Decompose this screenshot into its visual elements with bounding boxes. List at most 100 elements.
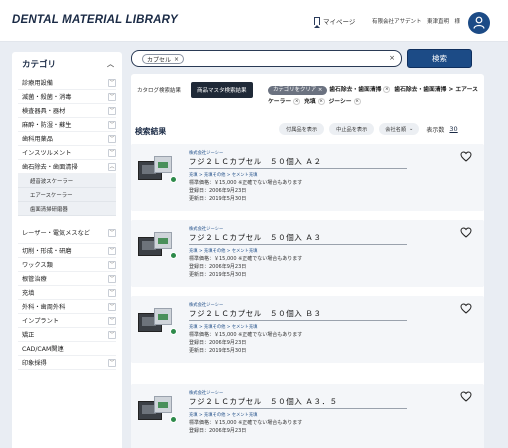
show-accessories-button[interactable]: 付属品を表示 xyxy=(279,123,325,135)
search-chip[interactable]: カプセル × xyxy=(142,54,185,64)
chevron-down-icon[interactable]: ﹀ xyxy=(108,246,116,255)
sidebar-item[interactable]: 麻酔・防湿・蘇生 ﹀ xyxy=(18,118,116,132)
top-header: DENTAL MATERIAL LIBRARY マイページ 有限会社アサデント … xyxy=(0,0,508,42)
sidebar-item-label: インプラント xyxy=(22,318,59,325)
count-label: 表示数 xyxy=(426,126,445,134)
chevron-down-icon[interactable]: ﹀ xyxy=(108,260,116,269)
sidebar-item[interactable]: ワックス類 ﹀ xyxy=(18,258,116,272)
product-name[interactable]: フジ２ＬＣカプセル ５０個入 Ａ３．５ xyxy=(189,396,338,407)
product-card[interactable]: 株式会社ジーシー フジ２ＬＣカプセル ５０個入 Ａ２ 充填 > 充填その他 > … xyxy=(131,144,484,211)
bookmark-icon xyxy=(314,17,320,28)
chevron-down-icon[interactable]: ﹀ xyxy=(108,316,116,325)
product-box-light xyxy=(154,396,172,413)
sidebar-item[interactable]: 外科・歯周外科 ﹀ xyxy=(18,300,116,314)
search-button[interactable]: 検索 xyxy=(407,49,472,68)
sidebar-item[interactable]: 矯正 ﹀ xyxy=(18,328,116,342)
clear-category-button[interactable]: カテゴリをクリア × xyxy=(268,86,328,95)
chevron-up-icon[interactable]: ︿ xyxy=(108,162,116,171)
tab-catalog[interactable]: カタログ検索結果 xyxy=(131,82,187,98)
sidebar-subitem[interactable]: 超音波スケーラー xyxy=(18,174,116,188)
chevron-down-icon[interactable]: ﹀ xyxy=(108,78,116,87)
count-select[interactable]: 30 xyxy=(449,125,457,133)
tab-master[interactable]: 商品マスタ検索結果 xyxy=(191,82,253,98)
product-category-path[interactable]: 充填 > 充填その他 > セメント充填 xyxy=(189,248,257,254)
product-card[interactable]: 株式会社ジーシー フジ２ＬＣカプセル ５０個入 Ａ３ 充填 > 充填その他 > … xyxy=(131,220,484,287)
sidebar-header[interactable]: カテゴリ ︿ xyxy=(12,52,122,76)
chevron-down-icon[interactable]: ﹀ xyxy=(108,134,116,143)
product-updated: 更新日：2019年5月30日 xyxy=(189,348,247,354)
remove-filter-icon[interactable]: × xyxy=(317,98,325,105)
favorite-heart-icon[interactable] xyxy=(460,227,472,238)
chevron-down-icon[interactable]: ﹀ xyxy=(108,288,116,297)
sidebar-item[interactable]: インスツルメント ﹀ xyxy=(18,146,116,160)
search-chip-label: カプセル xyxy=(147,56,172,64)
divider xyxy=(189,320,407,321)
favorite-heart-icon[interactable] xyxy=(460,151,472,162)
sidebar-title: カテゴリ xyxy=(22,60,57,70)
chevron-down-icon[interactable]: ﹀ xyxy=(108,92,116,101)
sidebar-item[interactable]: 診療用設備 ﹀ xyxy=(18,76,116,90)
sidebar-subitem[interactable]: エアースケーラー xyxy=(18,188,116,202)
chevron-down-icon[interactable]: ﹀ xyxy=(108,302,116,311)
clear-search-icon[interactable]: × xyxy=(389,54,395,62)
sidebar-item[interactable]: インプラント ﹀ xyxy=(18,314,116,328)
sidebar-item[interactable]: 根管治療 ﹀ xyxy=(18,272,116,286)
chevron-down-icon[interactable]: ﹀ xyxy=(108,148,116,157)
sidebar-item[interactable]: 検査器具・器材 ﹀ xyxy=(18,104,116,118)
chip-close-icon[interactable]: × xyxy=(174,56,179,63)
chevron-down-icon[interactable]: ﹀ xyxy=(108,228,116,237)
sidebar-item[interactable]: 滅菌・殺菌・消毒 ﹀ xyxy=(18,90,116,104)
filter-tag-label: 歯石除去・歯面清掃 xyxy=(329,87,382,93)
product-card[interactable]: 株式会社ジーシー フジ２ＬＣカプセル ５０個入 Ｂ３ 充填 > 充填その他 > … xyxy=(131,296,484,363)
sidebar-item-label: 歯石除去・歯面清掃 xyxy=(22,164,78,171)
product-name[interactable]: フジ２ＬＣカプセル ５０個入 Ａ３ xyxy=(189,232,322,243)
sidebar-item-label: 根管治療 xyxy=(22,276,47,283)
chevron-up-icon[interactable]: ︿ xyxy=(107,59,114,69)
user-icon xyxy=(473,16,485,29)
sidebar-item-label: 外科・歯周外科 xyxy=(22,304,66,311)
remove-filter-icon[interactable]: × xyxy=(353,98,361,105)
filter-tag: ジーシー × xyxy=(329,98,363,105)
sidebar-item[interactable]: 充填 ﹀ xyxy=(18,286,116,300)
sidebar-item[interactable]: CAD/CAM関連 xyxy=(18,342,116,356)
clear-category-label: カテゴリをクリア xyxy=(273,87,317,93)
chevron-down-icon[interactable]: ﹀ xyxy=(108,120,116,129)
remove-filter-icon[interactable]: × xyxy=(293,98,301,105)
product-price: 標準価格：￥15,000 ※正確でない場合もあります xyxy=(189,180,303,186)
sidebar-item[interactable]: 印象採得 ﹀ xyxy=(18,356,116,370)
sidebar-item[interactable]: 歯科用薬品 ﹀ xyxy=(18,132,116,146)
favorite-heart-icon[interactable] xyxy=(460,391,472,402)
remove-filter-icon[interactable]: × xyxy=(383,86,391,93)
sidebar-item[interactable]: 切削・形成・研磨 ﹀ xyxy=(18,244,116,258)
user-avatar-button[interactable] xyxy=(468,12,490,34)
sidebar-item[interactable]: レーザー・電気メスなど ﹀ xyxy=(18,222,116,244)
chevron-down-icon[interactable]: ﹀ xyxy=(108,274,116,283)
product-card[interactable]: 株式会社ジーシー フジ２ＬＣカプセル ５０個入 Ａ３．５ 充填 > 充填その他 … xyxy=(131,384,484,448)
sort-select[interactable]: 会社名順 ⌄ xyxy=(379,123,420,135)
sidebar-item-label: インスツルメント xyxy=(22,150,72,157)
show-discontinued-button[interactable]: 中止品を表示 xyxy=(329,123,375,135)
product-badge-icon xyxy=(170,176,177,183)
product-name[interactable]: フジ２ＬＣカプセル ５０個入 Ｂ３ xyxy=(189,308,322,319)
sidebar-item-label: CAD/CAM関連 xyxy=(22,346,64,353)
favorite-heart-icon[interactable] xyxy=(460,303,472,314)
product-box-light xyxy=(154,156,172,173)
sidebar-item-label: 印象採得 xyxy=(22,360,47,367)
chevron-down-icon[interactable]: ﹀ xyxy=(108,358,116,367)
product-category-path[interactable]: 充填 > 充填その他 > セメント充填 xyxy=(189,412,257,418)
site-logo[interactable]: DENTAL MATERIAL LIBRARY xyxy=(12,14,178,26)
sidebar-item-label: ワックス類 xyxy=(22,262,53,269)
sidebar-subitem[interactable]: 歯面清掃研磨器 xyxy=(18,202,116,216)
product-price: 標準価格：￥15,000 ※正確でない場合もあります xyxy=(189,256,303,262)
chevron-down-icon[interactable]: ﹀ xyxy=(108,330,116,339)
category-sidebar: カテゴリ ︿ 診療用設備 ﹀ 滅菌・殺菌・消毒 ﹀ 検査器具・器材 ﹀ 麻酔・防湿・蘇… xyxy=(12,52,122,448)
product-name[interactable]: フジ２ＬＣカプセル ５０個入 Ａ２ xyxy=(189,156,322,167)
sidebar-item-expanded[interactable]: 歯石除去・歯面清掃 ︿ xyxy=(18,160,116,174)
product-category-path[interactable]: 充填 > 充填その他 > セメント充填 xyxy=(189,172,257,178)
product-category-path[interactable]: 充填 > 充填その他 > セメント充填 xyxy=(189,324,257,330)
search-bar[interactable]: カプセル × × xyxy=(131,50,402,67)
mypage-link[interactable]: マイページ xyxy=(314,16,355,28)
product-registered: 登録日：2006年9月23日 xyxy=(189,428,247,434)
product-registered: 登録日：2006年9月23日 xyxy=(189,340,247,346)
chevron-down-icon[interactable]: ﹀ xyxy=(108,106,116,115)
